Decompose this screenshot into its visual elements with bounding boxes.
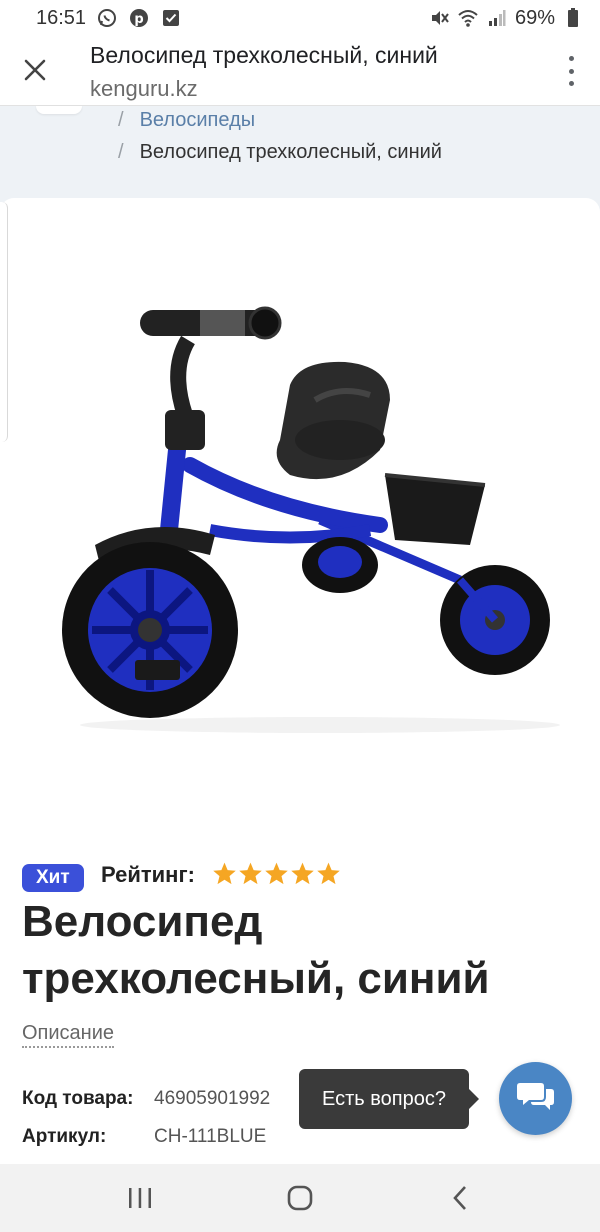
spec-value: CH-111BLUE [154,1126,267,1147]
breadcrumb-item-category[interactable]: / Велосипеды [118,109,255,132]
battery-icon [562,7,584,29]
spec-value: 46905901992 [154,1088,271,1109]
recent-apps-icon[interactable] [110,1173,170,1223]
page-domain: kenguru.kz [90,76,198,101]
status-bar: 16:51 p 69% [0,0,600,36]
wifi-icon [457,7,479,29]
clock: 16:51 [36,6,87,29]
breadcrumb-separator: / [118,141,124,163]
product-title: Велосипед трехколесный, синий [22,897,490,1003]
mute-icon [428,7,450,29]
star-icon [291,862,314,885]
side-panel-handle[interactable] [0,202,8,442]
rating-stars [212,860,341,887]
breadcrumb-separator: / [118,109,124,131]
pinterest-icon: p [128,7,150,29]
android-nav-bar [0,1164,600,1232]
svg-text:p: p [134,12,143,27]
rating-label: Рейтинг: [101,862,195,887]
home-icon[interactable] [270,1173,330,1223]
breadcrumb-item-current: / Велосипед трехколесный, синий [118,141,442,164]
description-link[interactable]: Описание [22,1022,115,1048]
spec-row-article: Артикул: CH-111BLUE [22,1126,266,1148]
star-icon [317,862,340,885]
star-icon [239,862,262,885]
chat-bubbles-icon [516,1080,555,1117]
star-icon [213,862,236,885]
page-title: Велосипед трехколесный, синий [90,42,438,68]
spec-key: Код товара: [22,1088,134,1109]
checkbox-notification-icon [160,7,182,29]
breadcrumb-label[interactable]: Велосипеды [140,109,256,132]
more-menu-icon[interactable] [566,56,576,86]
signal-icon [486,7,508,29]
product-image[interactable] [40,290,570,740]
star-icon [265,862,288,885]
chat-tooltip-arrow [469,1089,479,1109]
close-icon[interactable] [18,53,52,87]
spec-key: Артикул: [22,1126,107,1147]
hit-badge: Хит [22,864,84,892]
breadcrumb-label: Велосипед трехколесный, синий [139,141,442,163]
custom-tab-header: Велосипед трехколесный, синий kenguru.kz [0,36,600,106]
back-icon[interactable] [430,1173,490,1223]
spec-row-code: Код товара: 46905901992 [22,1088,270,1110]
battery-percent: 69% [514,6,555,29]
home-breadcrumb-button[interactable] [36,106,82,114]
chat-tooltip[interactable]: Есть вопрос? [299,1069,469,1129]
whatsapp-icon [96,7,118,29]
chat-button[interactable] [499,1062,572,1135]
